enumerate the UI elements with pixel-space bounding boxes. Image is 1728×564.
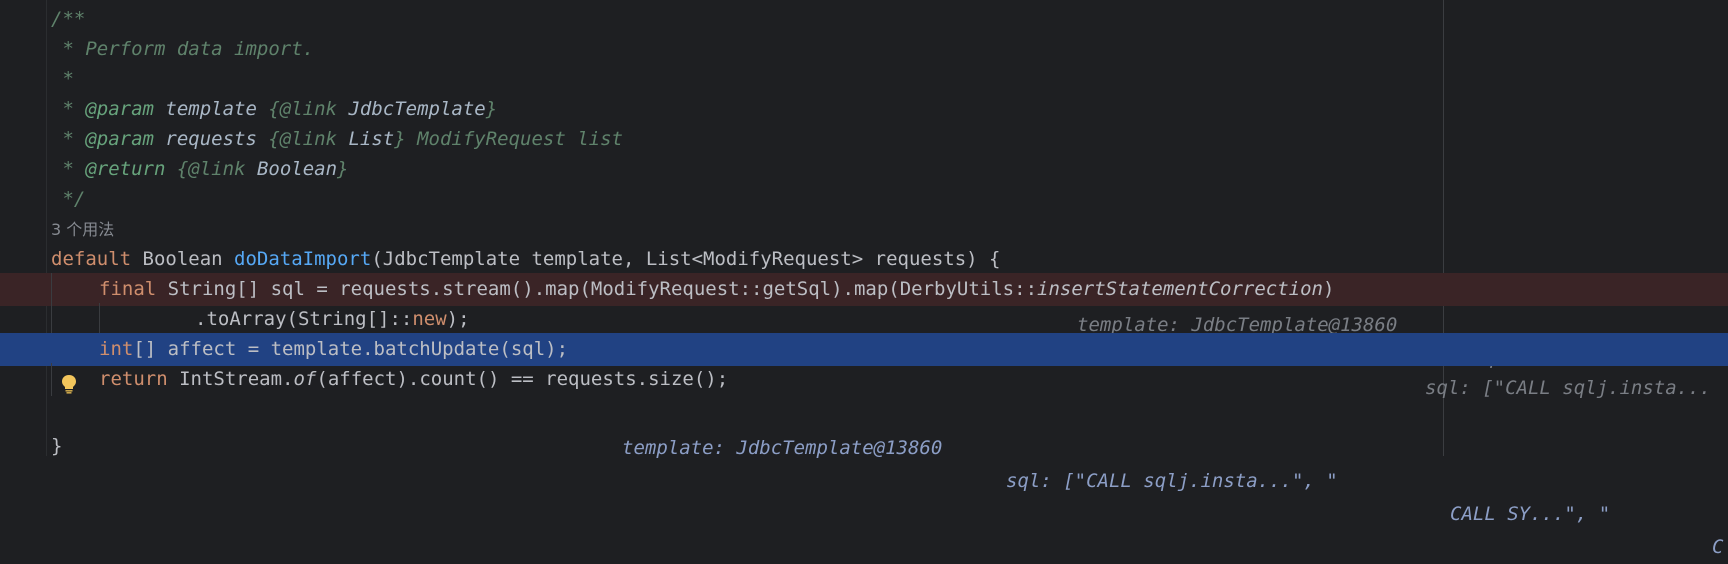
doc-comment-close: */ xyxy=(51,188,86,210)
method-name[interactable]: doDataImport xyxy=(234,248,371,270)
code-line[interactable]: * @return {@link Boolean} xyxy=(0,153,1728,186)
code-line[interactable]: default Boolean doDataImport(JdbcTemplat… xyxy=(0,243,1728,369)
doc-link-boolean[interactable]: Boolean xyxy=(257,158,337,180)
code-line[interactable]: } xyxy=(0,430,1728,463)
code-line[interactable]: */ xyxy=(0,183,1728,216)
closing-brace: } xyxy=(51,435,63,457)
code-line[interactable]: * Perform data import. xyxy=(0,33,1728,66)
doc-comment-summary: * Perform data import. xyxy=(51,38,315,60)
code-line-breakpoint-error[interactable]: final String[] sql = requests.stream().m… xyxy=(0,273,1728,399)
inline-debug-value[interactable]: CALL SY...", " xyxy=(1450,498,1610,531)
code-line[interactable]: .toArray(String[]::new); xyxy=(0,303,1728,336)
doc-link-jdbctemplate[interactable]: JdbcTemplate xyxy=(348,98,485,120)
doc-param-requests: * @param requests {@link List} ModifyReq… xyxy=(51,128,623,150)
code-line-current-execution[interactable]: int[] affect = template.batchUpdate(sql)… xyxy=(0,333,1728,558)
code-line[interactable]: * xyxy=(0,63,1728,96)
lightbulb-icon[interactable] xyxy=(14,339,76,394)
doc-return: * @return {@link Boolean} xyxy=(51,158,349,180)
indent-guide xyxy=(99,303,100,336)
inline-debug-value[interactable]: C xyxy=(1712,531,1723,564)
sql-statement: final String[] sql = requests.stream().m… xyxy=(99,278,1335,300)
doc-link-list[interactable]: List xyxy=(348,128,394,150)
return-statement: return IntStream.of(affect).count() == r… xyxy=(99,368,729,390)
doc-param-template: * @param template {@link JdbcTemplate} xyxy=(51,98,498,120)
method-signature: default Boolean doDataImport(JdbcTemplat… xyxy=(51,248,1001,270)
inline-debug-value[interactable]: sql: ["CALL sqlj.insta...", " xyxy=(1006,465,1338,498)
code-line[interactable]: /** xyxy=(0,3,1728,36)
doc-comment-blank: * xyxy=(51,68,74,90)
code-vision-line: 3 个用法 xyxy=(0,213,1728,246)
code-line[interactable]: * @param requests {@link List} ModifyReq… xyxy=(0,123,1728,156)
indent-guide xyxy=(51,273,52,306)
code-line[interactable]: * @param template {@link JdbcTemplate} xyxy=(0,93,1728,126)
affect-statement: int[] affect = template.batchUpdate(sql)… xyxy=(99,338,569,360)
doc-comment-open: /** xyxy=(51,8,86,30)
indent-guide xyxy=(51,363,52,396)
code-line[interactable]: return IntStream.of(affect).count() == r… xyxy=(0,363,1728,396)
usages-hint[interactable]: 3 个用法 xyxy=(51,213,114,246)
to-array-call: .toArray(String[]::new); xyxy=(195,308,470,330)
indent-guide xyxy=(51,303,52,336)
